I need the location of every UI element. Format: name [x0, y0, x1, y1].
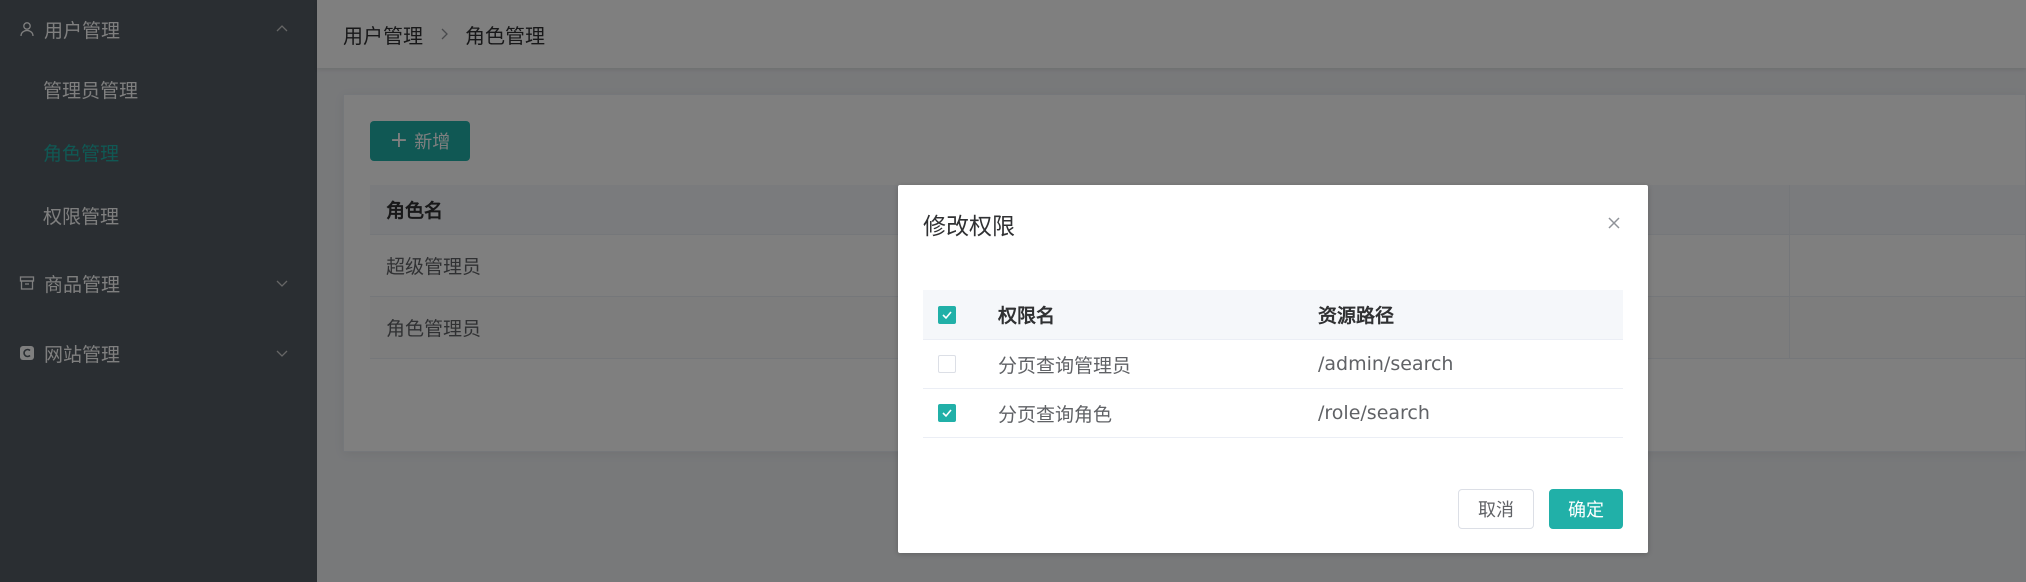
table-header: 权限名 资源路径 [923, 290, 1623, 340]
permission-name-cell: 分页查询角色 [998, 403, 1113, 426]
cancel-button[interactable]: 取消 [1458, 489, 1534, 529]
row-checkbox[interactable] [938, 355, 956, 373]
column-header-permission-name: 权限名 [998, 305, 1056, 327]
dialog-title: 修改权限 [923, 214, 1015, 240]
edit-permission-dialog: 修改权限 权限名 资源路径 分页查询管理员 /admin/search 分页查询… [898, 185, 1648, 553]
resource-path-cell: /role/search [1318, 402, 1430, 424]
row-checkbox[interactable] [938, 404, 956, 422]
confirm-button[interactable]: 确定 [1549, 489, 1623, 529]
check-icon [942, 409, 952, 418]
permission-table: 权限名 资源路径 分页查询管理员 /admin/search 分页查询角色 /r… [923, 290, 1623, 438]
check-icon [942, 310, 952, 319]
close-icon[interactable] [1604, 213, 1624, 233]
resource-path-cell: /admin/search [1318, 353, 1454, 375]
select-all-checkbox[interactable] [938, 305, 956, 324]
column-header-resource-path: 资源路径 [1318, 305, 1395, 327]
permission-name-cell: 分页查询管理员 [998, 354, 1132, 377]
table-row[interactable]: 分页查询管理员 /admin/search [923, 340, 1623, 389]
table-row[interactable]: 分页查询角色 /role/search [923, 389, 1623, 438]
